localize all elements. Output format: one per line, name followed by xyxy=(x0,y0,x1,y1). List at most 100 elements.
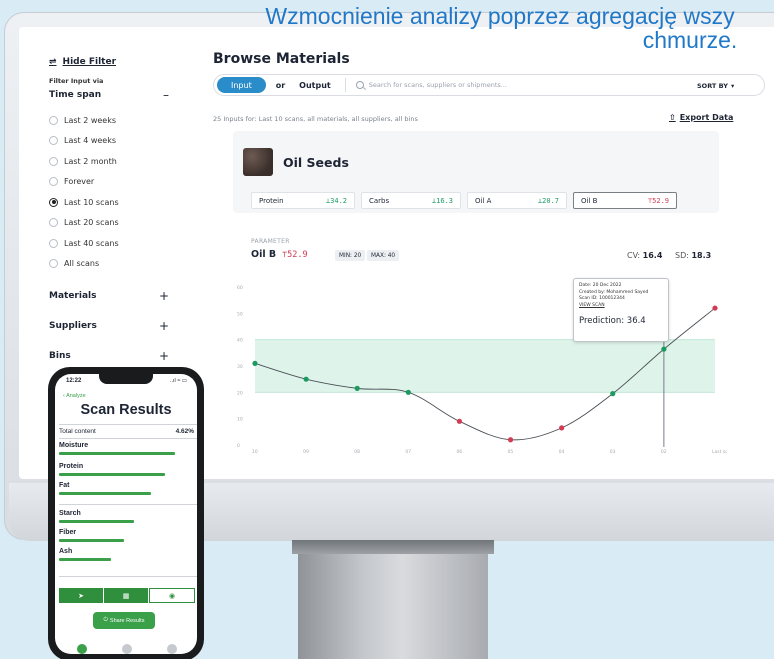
input-tab[interactable]: Input xyxy=(217,77,266,93)
nav-dot-icon[interactable] xyxy=(122,644,132,654)
radio-forever[interactable]: Forever xyxy=(49,172,201,193)
param-carbs[interactable]: Carbs ⊥16.3 xyxy=(361,192,461,209)
time-span-header[interactable]: Time span – xyxy=(49,88,169,102)
x-tick-label: 10 xyxy=(252,449,258,455)
y-tick-label: 0 xyxy=(237,443,240,449)
page-title: Browse Materials xyxy=(213,51,350,67)
radio-dot[interactable] xyxy=(49,259,58,269)
param-value: ⊥20.7 xyxy=(537,196,559,205)
y-tick-label: 10 xyxy=(237,417,243,423)
expand-icon[interactable]: + xyxy=(159,349,169,363)
or-label: or xyxy=(275,80,286,90)
radio-last-4-weeks[interactable]: Last 4 weeks xyxy=(49,131,201,152)
bins-group[interactable]: Bins + xyxy=(49,346,169,366)
x-tick-label: 05 xyxy=(508,449,514,455)
target-band xyxy=(255,339,715,393)
material-title: Oil Seeds xyxy=(283,155,349,170)
time-span-label: Time span xyxy=(49,90,102,100)
data-point xyxy=(661,346,667,352)
cv-value: 16.4 xyxy=(642,251,663,260)
radio-all-scans[interactable]: All scans xyxy=(49,254,201,275)
camera-icon[interactable]: ◉ xyxy=(149,588,195,603)
hide-filter-link[interactable]: ⇌ Hide Filter xyxy=(49,57,201,67)
radio-last-40-scans[interactable]: Last 40 scans xyxy=(49,233,201,254)
x-tick-label: 02 xyxy=(661,449,667,455)
y-tick-label: 40 xyxy=(237,338,243,344)
radio-last-20-scans[interactable]: Last 20 scans xyxy=(49,213,201,234)
nav-dot-icon[interactable] xyxy=(167,644,177,654)
export-data-link[interactable]: ⇧ Export Data xyxy=(669,113,733,122)
x-tick-label: 04 xyxy=(559,449,565,455)
expand-icon[interactable]: + xyxy=(159,289,169,303)
radio-dot[interactable] xyxy=(49,238,58,248)
results-count: 25 Inputs for: Last 10 scans, all materi… xyxy=(213,115,418,123)
radio-dot[interactable] xyxy=(49,156,58,166)
radio-last-2-weeks[interactable]: Last 2 weeks xyxy=(49,110,201,131)
param-oil-a[interactable]: Oil A ⊥20.7 xyxy=(467,192,567,209)
navigate-icon[interactable]: ➤ xyxy=(59,588,104,603)
filter-icon: ⇌ xyxy=(49,57,57,67)
nutrient-bar xyxy=(59,558,111,561)
headline-line-2: chmurze. xyxy=(642,27,738,53)
radio-dot[interactable] xyxy=(49,136,58,146)
export-label: Export Data xyxy=(679,113,734,122)
max-badge: MAX: 40 xyxy=(367,250,400,261)
materials-group[interactable]: Materials + xyxy=(49,286,169,306)
output-tab[interactable]: Output xyxy=(299,81,331,90)
home-nav-icon[interactable] xyxy=(77,644,87,654)
collapse-icon[interactable]: – xyxy=(163,88,169,102)
parameter-label: PARAMETER xyxy=(251,238,290,245)
caret-down-icon: ▾ xyxy=(730,82,735,90)
nutrient-label: Starch xyxy=(59,510,81,517)
nutrient-bar xyxy=(59,520,134,523)
radio-label: Last 40 scans xyxy=(64,238,119,248)
search-bar: Input or Output Search for scans, suppli… xyxy=(213,74,765,96)
param-value: ⊤52.9 xyxy=(647,196,669,205)
phone-tab-bar: ➤ ▦ ◉ xyxy=(59,588,195,603)
headline-line-1: Wzmocnienie analizy poprzez agregację ws… xyxy=(265,3,735,29)
time-span-options: Last 2 weeks Last 4 weeks Last 2 month F… xyxy=(49,110,201,274)
param-name: Oil B xyxy=(581,196,598,205)
suppliers-group[interactable]: Suppliers + xyxy=(49,316,169,336)
back-button[interactable]: ‹ Analyze xyxy=(63,393,86,399)
param-name: Oil A xyxy=(475,196,492,205)
data-point xyxy=(610,391,616,397)
radio-dot[interactable] xyxy=(49,218,58,228)
radio-label: Last 2 month xyxy=(64,156,117,166)
selected-param-value: ⊤52.9 xyxy=(282,250,308,260)
total-value: 4.62% xyxy=(175,427,194,435)
scan-tooltip: Date: 20 Dec 2022 Created by: Mohammed S… xyxy=(573,278,669,342)
min-badge: MIN: 20 xyxy=(335,250,366,261)
data-point xyxy=(456,418,463,424)
y-tick-label: 50 xyxy=(237,311,243,317)
phone-bottom-nav xyxy=(77,644,177,654)
radio-label: Last 10 scans xyxy=(64,197,119,207)
param-protein[interactable]: Protein ⊥34.2 xyxy=(251,192,355,209)
monitor-stand xyxy=(292,540,494,659)
materials-label: Materials xyxy=(49,291,97,301)
calendar-icon[interactable]: ▦ xyxy=(104,588,149,603)
radio-dot[interactable] xyxy=(49,115,58,125)
radio-label: Forever xyxy=(64,177,95,187)
param-value: ⊥16.3 xyxy=(431,196,453,205)
phone-time: 12:22 xyxy=(66,378,82,384)
share-results-button[interactable]: ⏻ Share Results xyxy=(93,612,155,629)
data-point xyxy=(405,389,411,395)
param-oil-b[interactable]: Oil B ⊤52.9 xyxy=(573,192,677,209)
search-icon xyxy=(355,81,364,89)
back-label: Analyze xyxy=(66,393,86,399)
expand-icon[interactable]: + xyxy=(159,319,169,333)
divider xyxy=(59,438,197,439)
radio-dot-selected[interactable] xyxy=(49,197,58,207)
sd-label: SD: xyxy=(675,251,689,260)
main-panel: Browse Materials Input or Output Search … xyxy=(207,27,774,479)
bins-label: Bins xyxy=(49,351,71,361)
share-label: Share Results xyxy=(109,617,145,624)
radio-last-2-month[interactable]: Last 2 month xyxy=(49,151,201,172)
view-scan-link[interactable]: VIEW SCAN xyxy=(579,303,663,310)
sort-by-button[interactable]: SORT BY ▾ xyxy=(697,82,734,90)
radio-last-10-scans[interactable]: Last 10 scans xyxy=(49,192,201,213)
radio-dot[interactable] xyxy=(49,177,58,187)
data-point xyxy=(354,385,360,391)
divider xyxy=(59,576,197,577)
